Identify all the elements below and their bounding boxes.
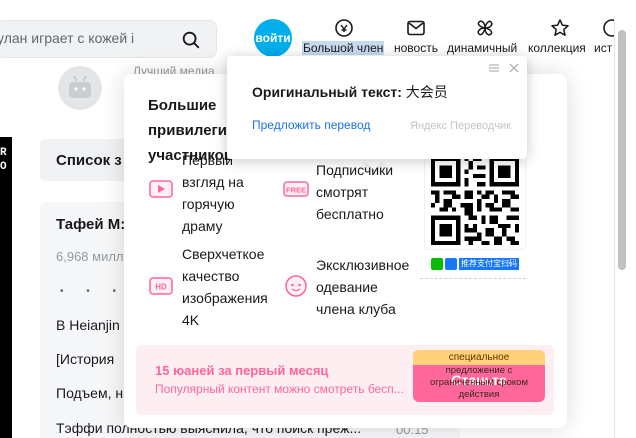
- svg-text:FREE: FREE: [286, 186, 306, 195]
- star-icon: [551, 19, 569, 36]
- nav-item-news[interactable]: новость: [392, 16, 442, 60]
- login-button[interactable]: войти: [254, 19, 292, 57]
- original-text: Оригинальный текст: 大会员: [252, 82, 448, 102]
- qr-code-icon[interactable]: [431, 157, 519, 245]
- scrollbar-thumb[interactable]: [618, 30, 626, 270]
- original-text-label: Оригинальный текст:: [252, 84, 402, 100]
- costume-icon: [285, 275, 307, 297]
- avatar[interactable]: [58, 66, 102, 110]
- promo-price: 15 юаней за первый месяц: [155, 363, 329, 378]
- hd-icon: HD: [149, 277, 173, 295]
- free-icon: FREE: [283, 181, 309, 197]
- first-look-icon: [149, 180, 173, 198]
- translator-tooltip: [227, 56, 527, 159]
- suggest-translation-link[interactable]: Предложить перевод: [252, 118, 370, 132]
- alipay-icon: [445, 258, 457, 270]
- nav-label-big-member: Большой член: [302, 41, 385, 55]
- promo-badge: специальное: [413, 350, 545, 365]
- message-icon: [407, 20, 425, 36]
- nav-item-big-member[interactable]: Большой член: [300, 16, 390, 60]
- wechat-pay-icon: [431, 258, 443, 270]
- payment-methods: 推荐支付宝扫码: [431, 258, 519, 270]
- dynamic-icon: [477, 20, 493, 36]
- playlist-divider: • • •: [60, 286, 127, 297]
- promo-description: Популярный контент можно смотреть бесп..…: [155, 382, 404, 396]
- nav-label-news: новость: [394, 41, 438, 55]
- video-player[interactable]: [0, 137, 12, 438]
- playlist-item[interactable]: [История: [56, 351, 114, 367]
- search-input[interactable]: улан играет с кожей i: [0, 30, 175, 50]
- nav-item-dynamic[interactable]: динамичный: [445, 16, 523, 60]
- close-icon[interactable]: [508, 62, 520, 74]
- search-box[interactable]: улан играет с кожей i: [0, 20, 217, 58]
- playlist-views: 6,968 милл: [56, 249, 124, 264]
- playlist-title[interactable]: Тафей М:: [56, 216, 125, 233]
- original-text-value: 大会员: [405, 84, 448, 100]
- translator-brand: Яндекс Переводчик: [410, 120, 512, 132]
- video-overlay-text: RO: [0, 147, 7, 173]
- nav-item-history[interactable]: ист: [594, 16, 614, 60]
- promo-badge-continuation: предложение с ограниченным сроком действ…: [430, 365, 528, 400]
- perk-first-look: Первый взгляд на горячую драму: [182, 152, 244, 234]
- perk-free-viewing: Подписчики смотрят бесплатно: [316, 162, 394, 222]
- search-icon[interactable]: [180, 29, 202, 51]
- nav-item-collection[interactable]: коллекция: [526, 16, 594, 60]
- payment-hint: 推荐支付宝扫码: [459, 258, 519, 270]
- svg-text:HD: HD: [155, 283, 167, 292]
- history-icon: [603, 19, 614, 37]
- divider: [420, 278, 526, 279]
- perk-4k-quality: Сверхчеткое качество изображения 4K: [182, 246, 268, 328]
- tv-mascot-icon: [69, 75, 91, 98]
- playlist-item[interactable]: В Heianjin: [56, 317, 120, 333]
- menu-icon[interactable]: [488, 62, 500, 74]
- big-member-icon: [335, 19, 353, 37]
- perk-exclusive-costume: Эксклюзивное одевание члена клуба: [316, 257, 410, 317]
- nav-label-history: ист: [594, 41, 613, 55]
- playlist-item[interactable]: Подъем, н: [56, 385, 123, 401]
- nav-label-collection: коллекция: [528, 41, 586, 55]
- nav-label-dynamic: динамичный: [447, 41, 518, 55]
